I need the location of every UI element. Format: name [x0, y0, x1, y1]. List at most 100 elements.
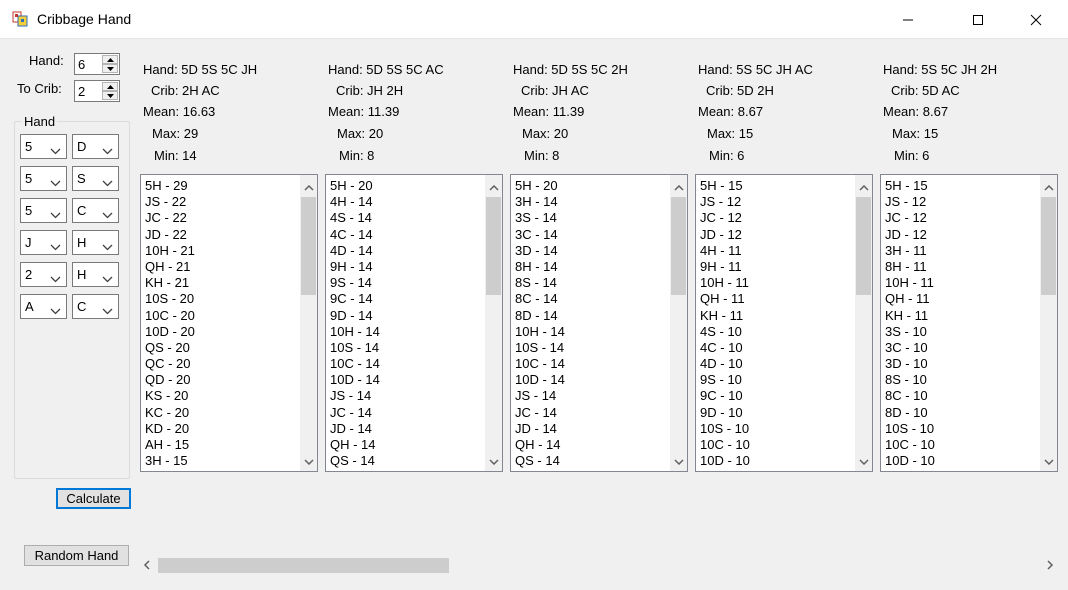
- list-item[interactable]: 9S - 14: [330, 275, 482, 291]
- list-item[interactable]: JS - 22: [145, 194, 297, 210]
- calculate-button[interactable]: Calculate: [56, 488, 131, 509]
- list-item[interactable]: QS - 14: [330, 453, 482, 469]
- list-item[interactable]: 9C - 14: [330, 291, 482, 307]
- list-item[interactable]: QH - 11: [700, 291, 852, 307]
- list-item[interactable]: 10S - 14: [330, 340, 482, 356]
- list-item[interactable]: JD - 14: [330, 421, 482, 437]
- list-item[interactable]: QH - 21: [145, 259, 297, 275]
- list-item[interactable]: 10D - 14: [515, 372, 667, 388]
- list-item[interactable]: AH - 15: [145, 437, 297, 453]
- card-rank-select[interactable]: 5: [20, 134, 67, 159]
- list-item[interactable]: 4H - 11: [700, 243, 852, 259]
- list-item[interactable]: 10C - 10: [700, 437, 852, 453]
- random-hand-button[interactable]: Random Hand: [24, 545, 129, 566]
- list-item[interactable]: 10D - 10: [700, 453, 852, 469]
- list-item[interactable]: JS - 14: [330, 388, 482, 404]
- list-item[interactable]: 3C - 10: [885, 340, 1037, 356]
- horizontal-scroll-thumb[interactable]: [158, 558, 449, 573]
- list-item[interactable]: JD - 12: [885, 227, 1037, 243]
- list-item[interactable]: 10S - 20: [145, 291, 297, 307]
- list-item[interactable]: 3D - 14: [515, 243, 667, 259]
- scroll-up-button[interactable]: [300, 177, 317, 195]
- scroll-down-button[interactable]: [1040, 451, 1057, 469]
- scroll-right-button[interactable]: [1040, 555, 1060, 576]
- list-item[interactable]: 10S - 10: [885, 421, 1037, 437]
- list-item[interactable]: JC - 22: [145, 210, 297, 226]
- list-item[interactable]: 5H - 15: [700, 178, 852, 194]
- list-item[interactable]: 3S - 14: [515, 210, 667, 226]
- list-item[interactable]: 4S - 10: [700, 324, 852, 340]
- list-item[interactable]: 3H - 14: [515, 194, 667, 210]
- card-rank-select[interactable]: 5: [20, 166, 67, 191]
- scroll-down-button[interactable]: [670, 451, 687, 469]
- list-item[interactable]: 9C - 10: [700, 388, 852, 404]
- vertical-scroll-thumb[interactable]: [1041, 197, 1056, 295]
- vertical-scroll-thumb[interactable]: [671, 197, 686, 295]
- list-item[interactable]: JD - 14: [515, 421, 667, 437]
- vertical-scrollbar[interactable]: [670, 175, 687, 471]
- crib-size-stepper[interactable]: 2: [74, 80, 120, 102]
- list-item[interactable]: 3H - 15: [145, 453, 297, 469]
- result-listbox[interactable]: 5H - 15 JS - 12 JC - 12 JD - 12 4H - 11 9H - …: [695, 174, 873, 472]
- list-item[interactable]: 4C - 14: [330, 227, 482, 243]
- list-item[interactable]: QD - 20: [145, 372, 297, 388]
- list-item[interactable]: QS - 14: [515, 453, 667, 469]
- list-item[interactable]: 3H - 11: [885, 243, 1037, 259]
- list-item[interactable]: 9H - 11: [700, 259, 852, 275]
- vertical-scrollbar[interactable]: [485, 175, 502, 471]
- hand-size-up-button[interactable]: [102, 55, 118, 64]
- list-item[interactable]: 10H - 21: [145, 243, 297, 259]
- scroll-up-button[interactable]: [670, 177, 687, 195]
- list-item[interactable]: JC - 12: [700, 210, 852, 226]
- list-item[interactable]: JC - 12: [885, 210, 1037, 226]
- hand-size-stepper[interactable]: 6: [74, 53, 120, 75]
- list-item[interactable]: 10D - 14: [330, 372, 482, 388]
- list-item[interactable]: 9D - 14: [330, 308, 482, 324]
- card-suit-select[interactable]: H: [72, 230, 119, 255]
- result-listbox[interactable]: 5H - 29 JS - 22 JC - 22 JD - 22 10H - 21 QH -…: [140, 174, 318, 472]
- crib-size-up-button[interactable]: [102, 82, 118, 91]
- vertical-scroll-thumb[interactable]: [486, 197, 501, 295]
- card-rank-select[interactable]: 5: [20, 198, 67, 223]
- card-suit-select[interactable]: H: [72, 262, 119, 287]
- card-suit-select[interactable]: D: [72, 134, 119, 159]
- list-item[interactable]: KD - 20: [145, 421, 297, 437]
- list-item[interactable]: 3S - 10: [885, 324, 1037, 340]
- scroll-down-button[interactable]: [855, 451, 872, 469]
- card-rank-select[interactable]: A: [20, 294, 67, 319]
- list-item[interactable]: 10C - 14: [330, 356, 482, 372]
- card-suit-select[interactable]: C: [72, 198, 119, 223]
- card-rank-select[interactable]: 2: [20, 262, 67, 287]
- list-item[interactable]: JC - 14: [330, 405, 482, 421]
- card-suit-select[interactable]: C: [72, 294, 119, 319]
- list-item[interactable]: 8C - 14: [515, 291, 667, 307]
- list-item[interactable]: 8S - 10: [885, 372, 1037, 388]
- result-listbox[interactable]: 5H - 20 3H - 14 3S - 14 3C - 14 3D - 14 8H - …: [510, 174, 688, 472]
- list-item[interactable]: 9D - 10: [700, 405, 852, 421]
- list-item[interactable]: 3C - 14: [515, 227, 667, 243]
- result-listbox[interactable]: 5H - 15 JS - 12 JC - 12 JD - 12 3H - 11 8H - …: [880, 174, 1058, 472]
- list-item[interactable]: JS - 14: [515, 388, 667, 404]
- list-item[interactable]: 4H - 14: [330, 194, 482, 210]
- horizontal-scrollbar[interactable]: [137, 555, 1060, 576]
- list-item[interactable]: 4D - 10: [700, 356, 852, 372]
- vertical-scrollbar[interactable]: [1040, 175, 1057, 471]
- scroll-up-button[interactable]: [855, 177, 872, 195]
- list-item[interactable]: 8H - 11: [885, 259, 1037, 275]
- list-item[interactable]: 4S - 14: [330, 210, 482, 226]
- list-item[interactable]: 4D - 14: [330, 243, 482, 259]
- card-rank-select[interactable]: J: [20, 230, 67, 255]
- list-item[interactable]: KH - 11: [885, 308, 1037, 324]
- list-item[interactable]: JD - 22: [145, 227, 297, 243]
- list-item[interactable]: 10H - 11: [700, 275, 852, 291]
- list-item[interactable]: 10C - 14: [515, 356, 667, 372]
- card-suit-select[interactable]: S: [72, 166, 119, 191]
- list-item[interactable]: 8D - 14: [515, 308, 667, 324]
- list-item[interactable]: 10D - 20: [145, 324, 297, 340]
- list-item[interactable]: 10S - 10: [700, 421, 852, 437]
- list-item[interactable]: 10C - 10: [885, 437, 1037, 453]
- list-item[interactable]: JD - 12: [700, 227, 852, 243]
- list-item[interactable]: KS - 20: [145, 388, 297, 404]
- list-item[interactable]: QH - 14: [515, 437, 667, 453]
- list-item[interactable]: 10H - 14: [330, 324, 482, 340]
